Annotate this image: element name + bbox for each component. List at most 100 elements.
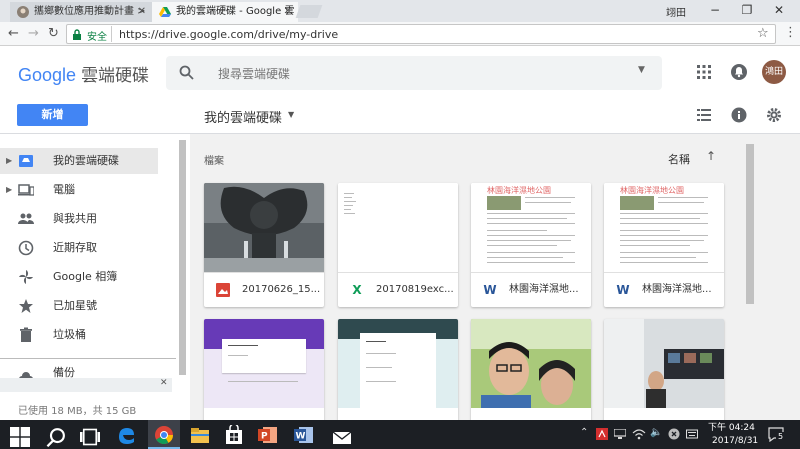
sort-button[interactable]: 名稱	[668, 151, 690, 167]
volume-tray-icon[interactable]: 🔈	[650, 427, 662, 438]
sidebar-item-label: 備份	[53, 366, 75, 378]
wifi-tray-icon[interactable]	[632, 428, 646, 440]
sidebar: ▶ 我的雲端硬碟 ▶ 電腦 與我共用 近期存取 Google 相簿 已加星號 垃…	[0, 134, 186, 420]
search-options-icon[interactable]: ▼	[638, 65, 645, 75]
maximize-button[interactable]: ❐	[732, 0, 762, 22]
search-input[interactable]: 搜尋雲端硬碟	[218, 65, 290, 82]
task-view-icon[interactable]	[80, 427, 100, 447]
url-bar[interactable]: 安全 https://drive.google.com/drive/my-dri…	[66, 24, 776, 44]
close-window-button[interactable]: ✕	[764, 0, 794, 22]
sidebar-item-recent[interactable]: 近期存取	[0, 235, 158, 261]
file-explorer-icon[interactable]	[190, 425, 210, 445]
drive-logo[interactable]: Google 雲端硬碟	[18, 61, 149, 86]
powerpoint-icon[interactable]: P	[258, 425, 278, 445]
search-icon[interactable]	[46, 427, 66, 447]
file-name: 20170819exc...	[376, 284, 454, 295]
svg-text:P: P	[261, 432, 268, 442]
form-preview-line	[228, 381, 298, 382]
sheet-preview-line	[344, 205, 353, 206]
url-text[interactable]: https://drive.google.com/drive/my-drive	[119, 28, 338, 41]
file-thumbnail	[338, 319, 458, 408]
chrome-taskbar-active[interactable]	[148, 420, 180, 449]
list-view-icon[interactable]	[697, 109, 711, 121]
taskbar-time[interactable]: 下午 04:24	[708, 423, 755, 434]
sidebar-item-starred[interactable]: 已加星號	[0, 293, 158, 319]
new-tab-button[interactable]	[295, 5, 323, 18]
location-title[interactable]: 我的雲端硬碟	[204, 107, 282, 126]
form-preview-line	[366, 353, 396, 354]
browser-tab-active[interactable]: 我的雲端硬碟 - Google 雲 ✕	[152, 2, 298, 22]
file-card[interactable]	[604, 319, 724, 420]
file-card[interactable]	[471, 319, 591, 420]
file-name: 林園海洋濕地...	[509, 284, 579, 295]
photos-icon	[19, 270, 33, 284]
doc-preview-line	[487, 223, 575, 224]
sort-direction-up-icon[interactable]: ↑	[706, 149, 716, 163]
mail-icon[interactable]	[332, 428, 352, 448]
minimize-button[interactable]: −	[700, 0, 730, 22]
file-card[interactable]	[204, 319, 324, 420]
avatar-favicon-icon	[17, 6, 29, 18]
reload-icon[interactable]: ↻	[48, 26, 59, 41]
main-scrollbar[interactable]	[746, 144, 754, 304]
browser-tab-inactive[interactable]: 攜鄉數位應用推動計畫 > ✕	[10, 2, 152, 22]
sidebar-scrollbar[interactable]	[179, 140, 186, 375]
doc-preview-line	[487, 252, 575, 253]
doc-preview-title: 林園海洋濕地公園	[487, 186, 551, 195]
sidebar-item-backups[interactable]: 備份	[0, 366, 158, 378]
keyboard-tray-icon[interactable]	[686, 428, 698, 440]
sidebar-item-label: 垃圾桶	[53, 328, 86, 341]
info-icon[interactable]	[731, 107, 747, 123]
action-center-button[interactable]: 5	[768, 426, 785, 443]
file-card[interactable]	[338, 319, 458, 420]
sidebar-item-shared[interactable]: 與我共用	[0, 206, 158, 232]
windows-start-icon[interactable]	[10, 427, 30, 447]
file-thumbnail: 林園海洋濕地公園	[604, 183, 724, 272]
apps-grid-icon[interactable]	[697, 65, 711, 79]
word-icon[interactable]: W	[294, 425, 314, 445]
location-dropdown-icon[interactable]: ▼	[288, 110, 294, 119]
file-name: 20170626_15...	[242, 284, 320, 295]
back-arrow-icon[interactable]: ←	[8, 26, 19, 41]
forward-arrow-icon[interactable]: →	[28, 26, 39, 41]
upgrade-storage-banner[interactable]: ✕	[0, 378, 172, 392]
file-thumbnail	[471, 319, 591, 408]
browser-menu-icon[interactable]: ⋮	[784, 25, 797, 40]
file-area: 檔案 名稱 ↑ 20170626_15... X 20170819exc... …	[190, 134, 800, 420]
network-tray-icon[interactable]	[614, 429, 626, 439]
close-banner-icon[interactable]: ✕	[160, 378, 168, 388]
taskbar-date[interactable]: 2017/8/31	[712, 436, 758, 447]
sidebar-item-computers[interactable]: ▶ 電腦	[0, 177, 158, 203]
store-icon[interactable]	[224, 425, 244, 445]
doc-preview-line	[620, 262, 708, 263]
search-icon[interactable]	[179, 65, 194, 80]
expand-arrow-icon[interactable]: ▶	[6, 148, 12, 174]
expand-arrow-icon[interactable]: ▶	[6, 177, 12, 203]
close-tab-icon[interactable]: ✕	[284, 2, 292, 22]
sheets-file-icon: X	[352, 283, 362, 297]
sync-tray-icon[interactable]	[668, 428, 680, 440]
file-card[interactable]: 林園海洋濕地公園 W 林園海洋濕地...	[604, 183, 724, 307]
tab-title: 攜鄉數位應用推動計畫 >	[34, 6, 146, 17]
bookmark-star-icon[interactable]: ☆	[757, 26, 769, 41]
edge-browser-icon[interactable]	[116, 425, 136, 445]
sidebar-item-my-drive[interactable]: ▶ 我的雲端硬碟	[0, 148, 158, 174]
doc-preview-line	[620, 245, 690, 246]
sidebar-item-trash[interactable]: 垃圾桶	[0, 322, 158, 348]
file-card[interactable]: 林園海洋濕地公園 W 林園海洋濕地...	[471, 183, 591, 307]
tray-expand-icon[interactable]: ⌃	[580, 427, 588, 438]
search-bar[interactable]: 搜尋雲端硬碟 ▼	[166, 56, 662, 90]
close-tab-icon[interactable]: ✕	[138, 2, 146, 22]
trash-icon	[20, 327, 32, 342]
file-card[interactable]: X 20170819exc...	[338, 183, 458, 307]
sidebar-item-photos[interactable]: Google 相簿	[0, 264, 158, 290]
file-card[interactable]: 20170626_15...	[204, 183, 324, 307]
new-button[interactable]: 新增	[17, 104, 88, 126]
settings-gear-icon[interactable]	[766, 107, 782, 123]
account-avatar[interactable]: 鴻田	[762, 60, 786, 84]
acrobat-tray-icon[interactable]	[596, 428, 608, 440]
form-preview-line	[366, 381, 396, 382]
drive-header: Google 雲端硬碟 搜尋雲端硬碟 ▼ 鴻田	[0, 46, 800, 98]
notifications-bell-icon[interactable]	[730, 63, 748, 81]
browser-profile-name[interactable]: 翊田	[666, 4, 686, 19]
